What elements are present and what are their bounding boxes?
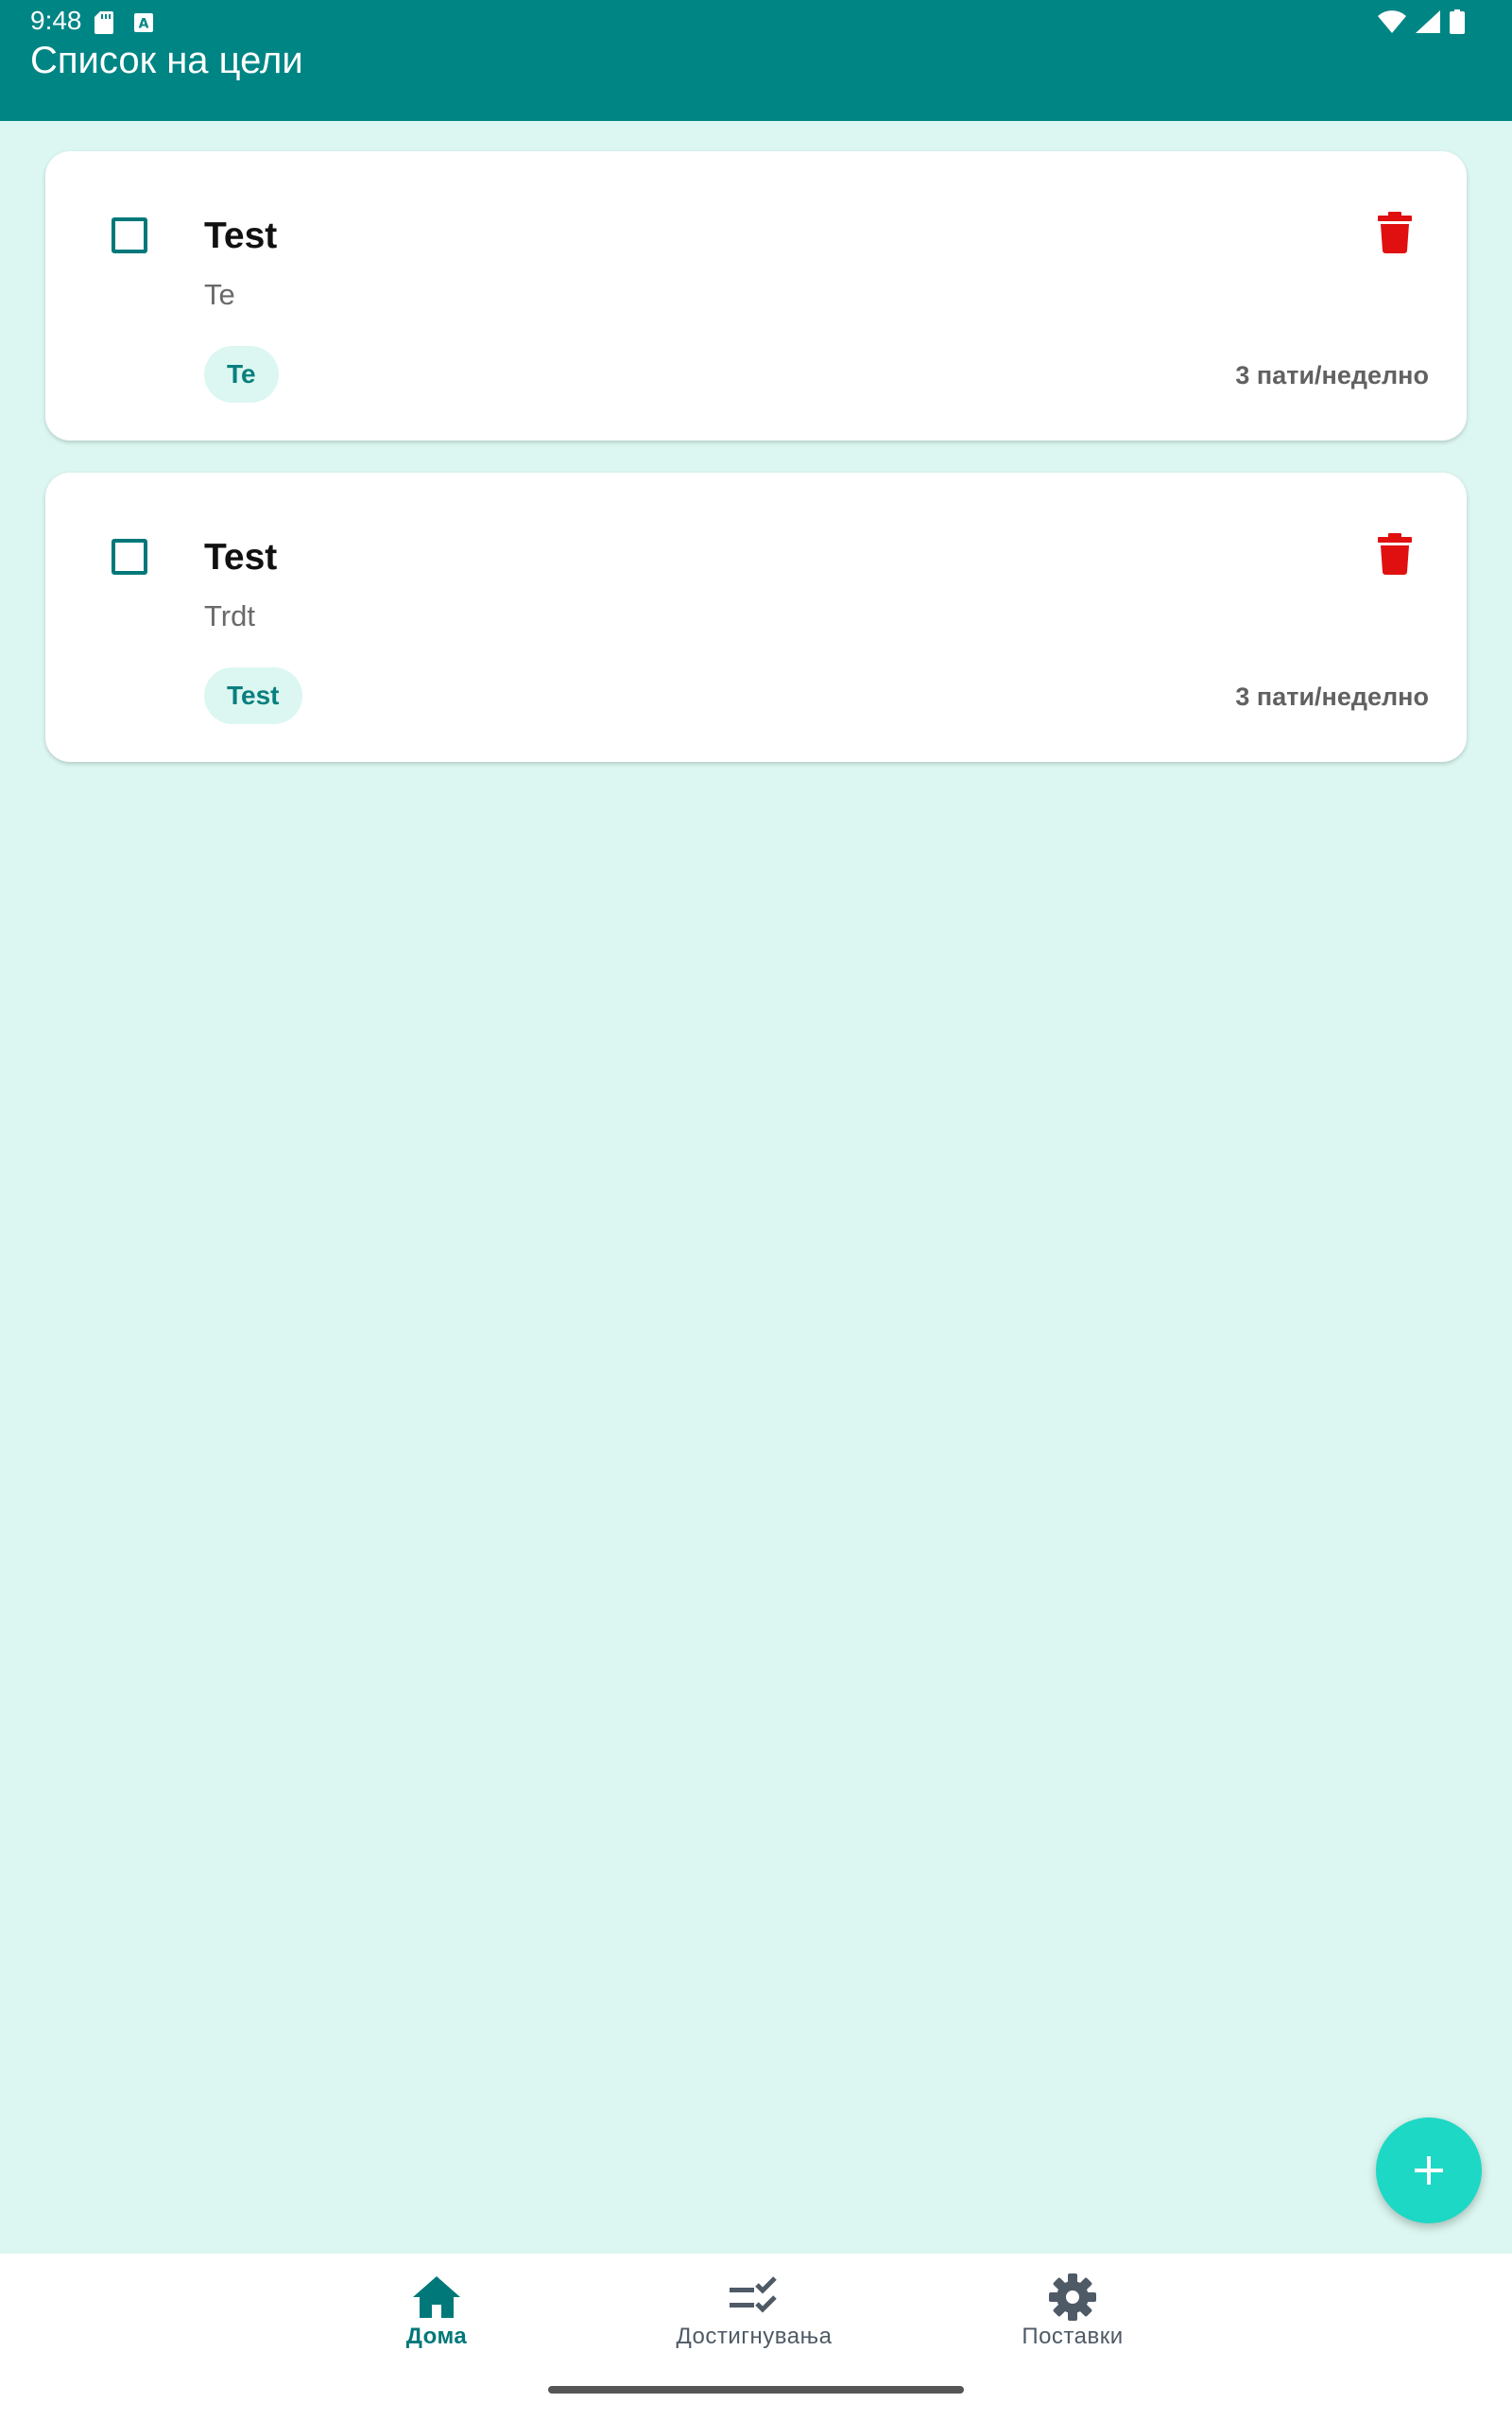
nav-item-home[interactable]: Дома [304,2273,569,2350]
goal-description: Te [204,278,235,311]
status-right-icons [1378,9,1465,34]
goal-title: Test [204,216,278,256]
status-left-icons: A [94,11,153,34]
goal-card[interactable]: Test Te Te 3 пати/неделно [45,151,1467,441]
goal-tag: Te [204,346,279,403]
sd-card-icon [94,11,113,34]
goal-card[interactable]: Test Trdt Test 3 пати/неделно [45,473,1467,762]
svg-text:A: A [139,17,149,32]
plus-icon [1415,2156,1443,2185]
goal-description: Trdt [204,599,255,632]
delete-icon[interactable] [1378,533,1412,575]
goal-checkbox[interactable] [112,217,147,253]
signal-icon [1416,10,1440,33]
nav-item-settings[interactable]: Поставки [940,2273,1205,2350]
status-time: 9:48 [30,6,82,35]
goal-tag: Test [204,667,302,724]
app-bar: 9:48 A Список на цели [0,0,1512,121]
nav-label-achievements: Достигнувања [676,2324,833,2349]
gear-icon [1049,2273,1096,2321]
goal-title: Test [204,537,278,578]
home-indicator[interactable] [548,2386,964,2394]
delete-icon[interactable] [1378,212,1412,253]
goal-frequency: 3 пати/неделно [1235,683,1429,711]
goal-checkbox[interactable] [112,539,147,575]
checklist-icon [730,2276,777,2313]
add-goal-button[interactable] [1376,2118,1482,2223]
goal-frequency: 3 пати/неделно [1235,361,1429,389]
bottom-navigation: Дома Достигнувања Поставки [0,2254,1512,2420]
nav-item-achievements[interactable]: Достигнувања [622,2273,886,2350]
page-title: Список на цели [30,40,303,81]
home-icon [413,2276,460,2318]
battery-icon [1450,9,1465,34]
wifi-icon [1378,10,1406,33]
nav-label-home: Дома [405,2324,468,2349]
nav-label-settings: Поставки [1022,2324,1124,2349]
keyboard-a-icon: A [134,13,153,32]
